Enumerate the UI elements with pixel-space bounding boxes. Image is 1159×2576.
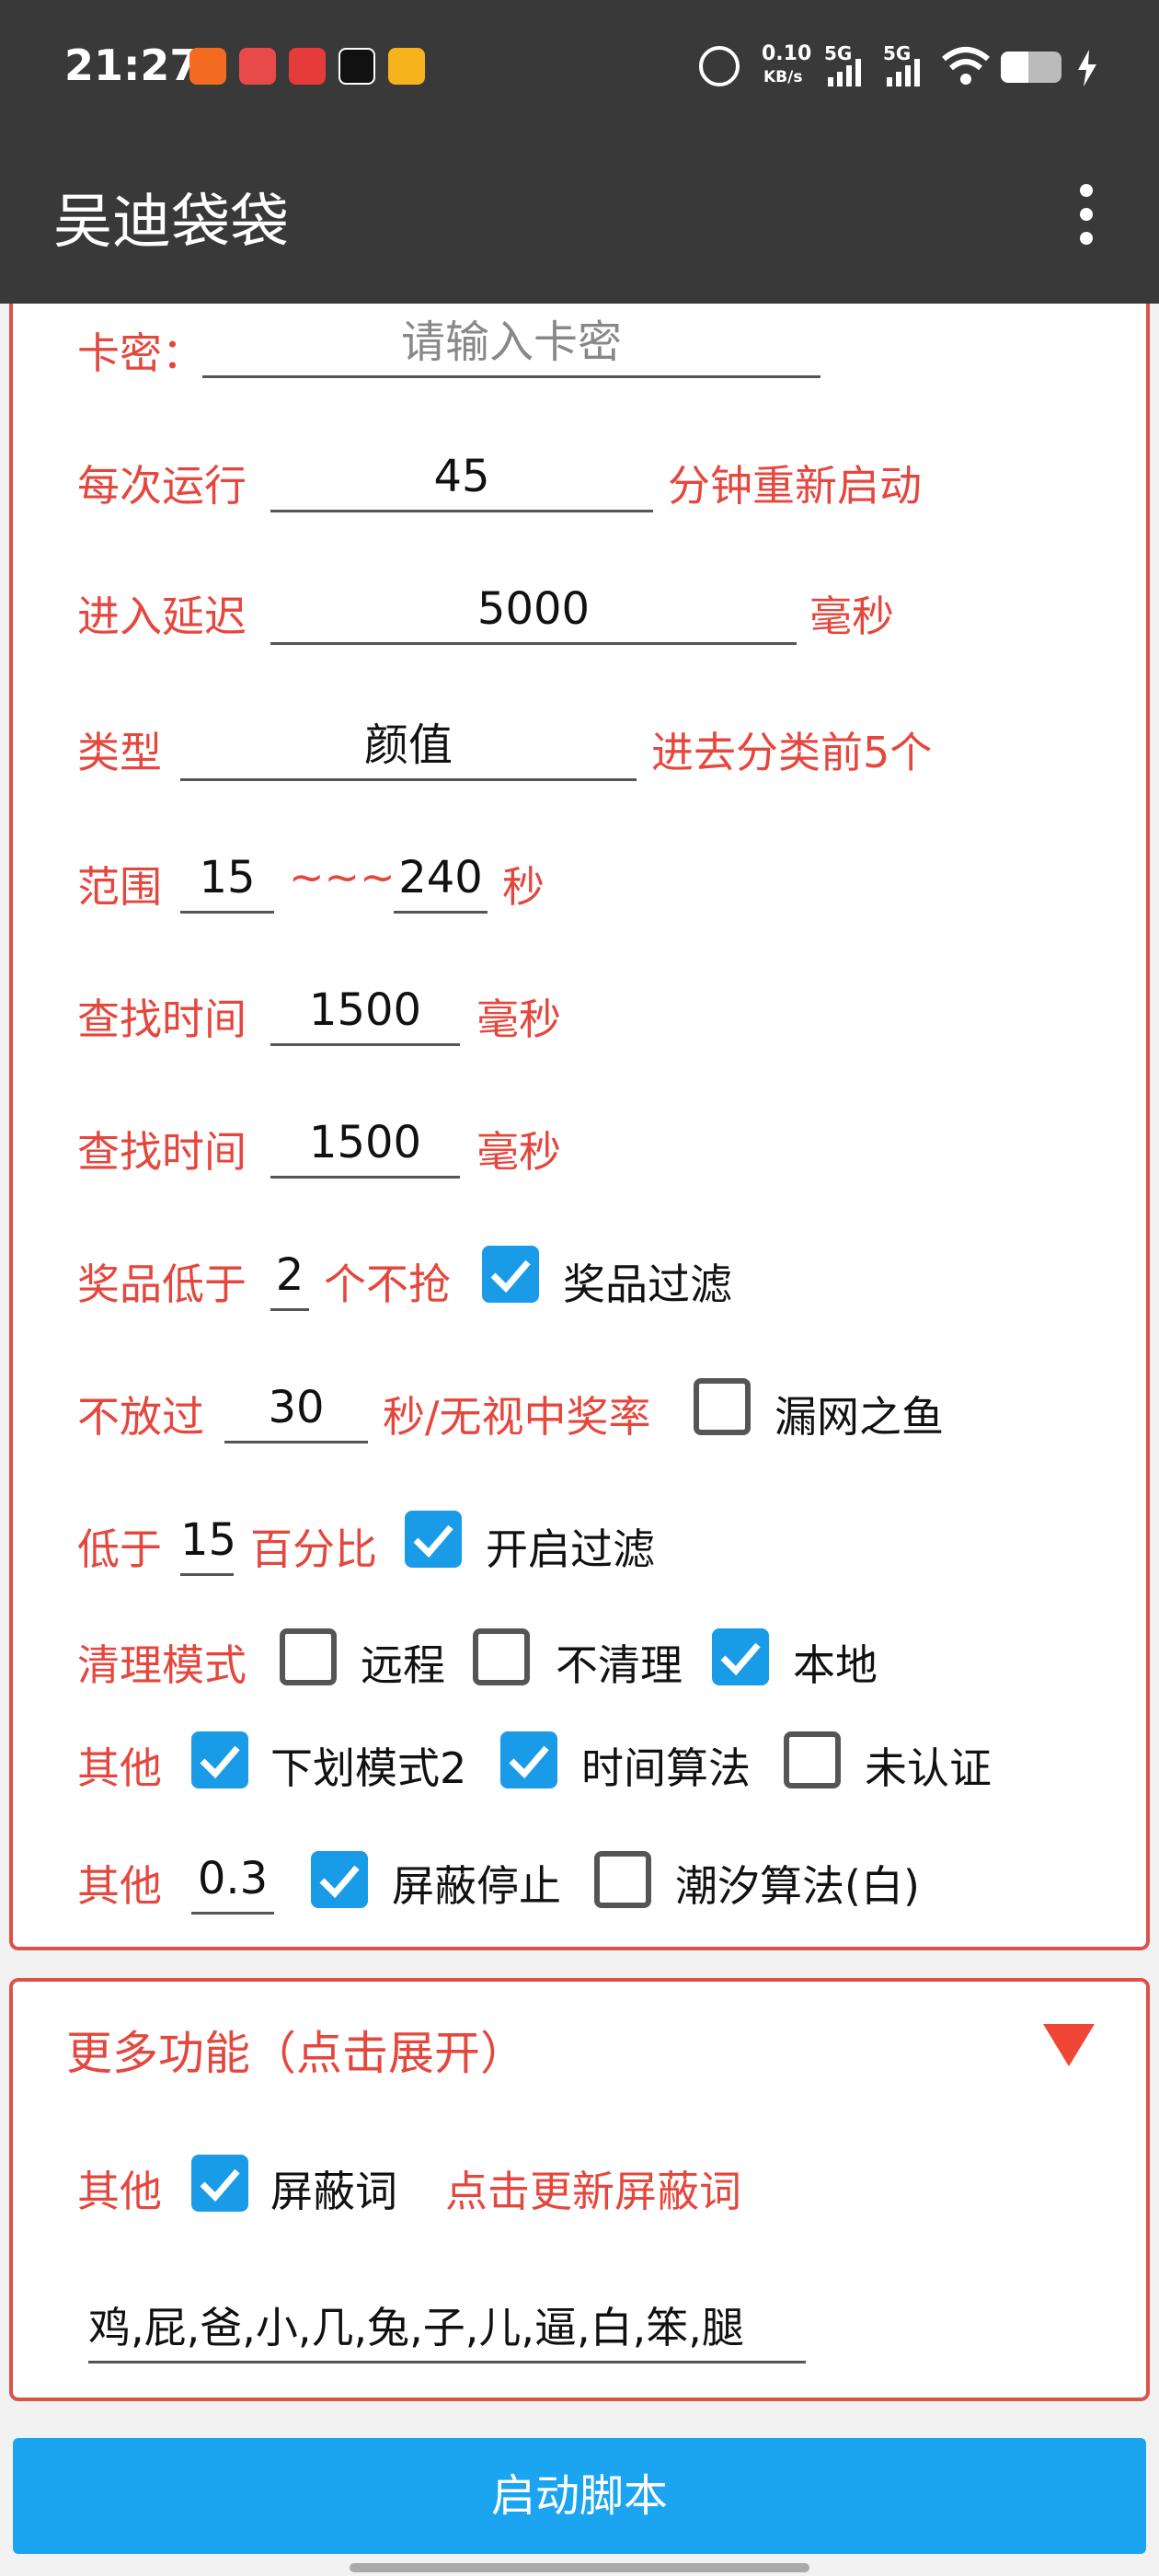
no-clean-label: 不清理 (556, 1640, 683, 1690)
tiktok-app-icon (339, 48, 375, 85)
skip-label: 不放过 (77, 1392, 204, 1442)
range-label: 范围 (77, 862, 162, 912)
prize-filter-label: 奖品过滤 (563, 1259, 732, 1309)
range-separator: ~~~ (289, 852, 396, 902)
alarm-icon (699, 46, 740, 86)
type-suffix: 进去分类前5个 (651, 728, 933, 777)
time-algo-label: 时间算法 (581, 1743, 751, 1793)
time-algo-checkbox[interactable] (500, 1731, 557, 1788)
skip-suffix: 秒/无视中奖率 (383, 1392, 651, 1442)
card-key-input[interactable]: 请输入卡密 (202, 309, 820, 378)
block-stop-label: 屏蔽停止 (392, 1861, 561, 1911)
prize-label: 奖品低于 (77, 1259, 247, 1309)
type-label: 类型 (77, 728, 162, 777)
clean-mode-label: 清理模式 (77, 1640, 247, 1690)
find-time-suffix-1: 毫秒 (476, 995, 561, 1044)
missed-fish-checkbox[interactable] (694, 1378, 751, 1435)
shop-app-icon (189, 48, 226, 85)
missed-fish-label: 漏网之鱼 (775, 1392, 944, 1442)
remote-label: 远程 (361, 1640, 445, 1690)
more-features-title[interactable]: 更多功能（点击展开） (66, 2017, 526, 2083)
net-speed-unit: KB/s (763, 68, 803, 86)
range-max-input[interactable]: 240 (394, 845, 488, 914)
below-label: 低于 (77, 1524, 162, 1574)
app-title: 吴迪袋袋 (53, 189, 289, 257)
block-stop-checkbox[interactable] (311, 1851, 368, 1908)
more-vert-icon[interactable] (1076, 184, 1096, 250)
enable-filter-checkbox[interactable] (405, 1511, 462, 1568)
update-block-words-link[interactable]: 点击更新屏蔽词 (445, 2158, 741, 2219)
remote-checkbox[interactable] (280, 1628, 337, 1685)
other-label-2: 其他 (77, 1861, 162, 1911)
tide-algo-label: 潮汐算法(白) (675, 1861, 920, 1911)
start-script-button[interactable]: 启动脚本 (13, 2438, 1146, 2554)
game-app-icon (239, 48, 276, 85)
net-speed-value: 0.10 (762, 42, 812, 65)
below-percent-input[interactable]: 15 (180, 1507, 236, 1576)
find-time-input-1[interactable]: 1500 (270, 977, 460, 1046)
delay-suffix: 毫秒 (809, 592, 894, 641)
delay-label: 进入延迟 (77, 592, 247, 641)
signal-icon (828, 59, 861, 86)
unverified-checkbox[interactable] (784, 1731, 841, 1788)
app-bar: 吴迪袋袋 (0, 138, 1159, 304)
local-checkbox[interactable] (712, 1628, 769, 1685)
skip-seconds-input[interactable]: 30 (224, 1374, 368, 1443)
other-value-input[interactable]: 0.3 (191, 1846, 274, 1915)
more-other-label: 其他 (77, 2167, 162, 2216)
local-label: 本地 (793, 1640, 878, 1690)
block-words-checkbox[interactable] (191, 2155, 248, 2212)
home-indicator[interactable] (350, 2563, 809, 2572)
signal-icon (887, 59, 920, 86)
find-time-label-1: 查找时间 (77, 995, 247, 1044)
prize-threshold-input[interactable]: 2 (270, 1242, 309, 1311)
unverified-label: 未认证 (865, 1743, 992, 1793)
below-suffix: 百分比 (250, 1524, 377, 1574)
scroll-mode-checkbox[interactable] (191, 1731, 248, 1788)
status-bar: 21:27 0.10 KB/s 5G 5G (0, 0, 1159, 138)
scroll-mode-label: 下划模式2 (270, 1743, 467, 1793)
card-key-label: 卡密： (77, 328, 204, 378)
enable-filter-label: 开启过滤 (486, 1524, 655, 1574)
delay-input[interactable]: 5000 (270, 576, 797, 645)
other-label-1: 其他 (77, 1743, 162, 1793)
toutiao-app-icon (289, 48, 326, 85)
triangle-down-icon[interactable] (1041, 2022, 1096, 2068)
tide-algo-checkbox[interactable] (594, 1851, 651, 1908)
block-words-label: 屏蔽词 (270, 2167, 397, 2216)
find-time-input-2[interactable]: 1500 (270, 1110, 460, 1179)
block-words-input[interactable]: 鸡,屁,爸,小,几,兔,子,儿,逼,白,笨,腿 (88, 2294, 806, 2363)
run-suffix: 分钟重新启动 (668, 461, 922, 511)
status-time: 21:27 (64, 40, 200, 90)
wifi-icon (942, 47, 990, 85)
run-interval-input[interactable]: 45 (270, 443, 653, 512)
find-time-label-2: 查找时间 (77, 1127, 247, 1177)
prize-suffix: 个不抢 (324, 1259, 451, 1309)
battery-icon (1001, 52, 1061, 83)
type-input[interactable]: 颜值 (180, 712, 637, 781)
range-suffix: 秒 (502, 862, 545, 912)
find-time-suffix-2: 毫秒 (476, 1127, 561, 1177)
no-clean-checkbox[interactable] (473, 1628, 530, 1685)
range-min-input[interactable]: 15 (180, 845, 274, 914)
prize-filter-checkbox[interactable] (482, 1246, 539, 1303)
run-label: 每次运行 (77, 461, 247, 511)
charging-icon (1078, 50, 1096, 86)
weibo-app-icon (388, 48, 425, 85)
